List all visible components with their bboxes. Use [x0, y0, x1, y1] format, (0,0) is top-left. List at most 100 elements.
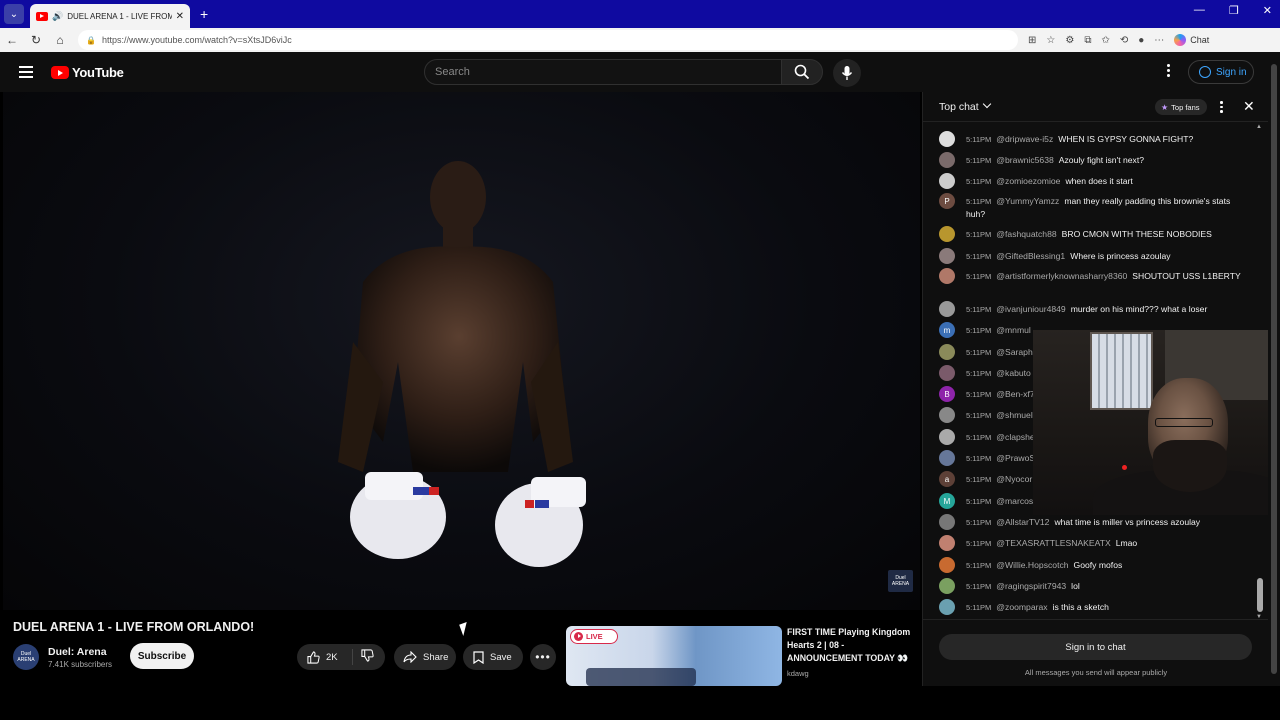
search-input[interactable]: Search [424, 59, 782, 85]
lock-icon[interactable]: 🔒 [86, 36, 96, 45]
chat-username[interactable]: @AllstarTV12 [996, 517, 1049, 527]
scroll-up-icon[interactable]: ▲ [1256, 124, 1262, 130]
menu-icon[interactable] [19, 66, 33, 81]
chat-message[interactable]: 5:11PM @GiftedBlessing1 Where is princess … [939, 248, 1249, 264]
extension-icon[interactable]: ⚙ [1065, 35, 1074, 46]
settings-menu-icon[interactable] [1162, 64, 1174, 77]
browser-tab[interactable]: 🔊 DUEL ARENA 1 - LIVE FROM C ✕ [30, 4, 190, 28]
speaker-icon[interactable]: 🔊 [52, 11, 63, 22]
chat-user-avatar[interactable] [939, 173, 955, 189]
chat-message[interactable]: 5:11PM @fashquatch88 BRO CMON WITH THESE N… [939, 226, 1249, 242]
tab-actions-menu-icon[interactable]: ⌄ [4, 4, 24, 24]
recommended-video-thumbnail[interactable]: LIVE [566, 626, 782, 686]
chat-user-avatar[interactable] [939, 365, 955, 381]
chat-username[interactable]: @zoomparax [996, 602, 1047, 612]
chat-username[interactable]: @shmuel [996, 410, 1032, 420]
back-icon[interactable]: ← [0, 33, 24, 47]
sign-in-to-chat-button[interactable]: Sign in to chat [939, 634, 1252, 660]
chat-username[interactable]: @kabuto [996, 368, 1031, 378]
dislike-button[interactable] [353, 649, 374, 665]
chat-user-avatar[interactable] [939, 599, 955, 615]
share-button[interactable]: Share [394, 644, 456, 670]
chat-message[interactable]: 5:11PM @zoomparax is this a sketch [939, 599, 1249, 615]
page-scrollbar[interactable] [1268, 52, 1280, 686]
window-close-icon[interactable]: ✕ [1263, 4, 1272, 17]
channel-name[interactable]: Duel: Arena [48, 646, 112, 658]
sign-in-button[interactable]: Sign in [1188, 60, 1254, 84]
chat-user-avatar[interactable]: P [939, 193, 955, 209]
chat-user-avatar[interactable] [939, 450, 955, 466]
chat-user-avatar[interactable] [939, 268, 955, 284]
minimize-icon[interactable]: — [1194, 4, 1205, 17]
refresh-icon[interactable]: ↻ [24, 33, 48, 47]
video-player[interactable] [3, 92, 920, 610]
subscribe-button[interactable]: Subscribe [130, 643, 194, 669]
chat-username[interactable]: @Willie.Hopscotch [996, 560, 1068, 570]
top-fans-button[interactable]: ★ Top fans [1155, 99, 1207, 115]
chat-user-avatar[interactable]: a [939, 471, 955, 487]
chat-close-icon[interactable]: ✕ [1243, 98, 1255, 115]
chat-username[interactable]: @clapshe [996, 432, 1034, 442]
chat-username[interactable]: @fashquatch88 [996, 229, 1056, 239]
chat-username[interactable]: @Saraph [996, 347, 1032, 357]
channel-watermark[interactable]: Duel ARENA [888, 570, 913, 592]
chat-username[interactable]: @ivanjuniour4849 [996, 304, 1065, 314]
chat-user-avatar[interactable] [939, 152, 955, 168]
favorites-icon[interactable]: ✩ [1101, 35, 1109, 46]
profile-icon[interactable]: ● [1138, 35, 1144, 46]
chat-message[interactable]: 5:11PM @TEXASRATTLESNAKEATX Lmao [939, 535, 1249, 551]
chat-username[interactable]: @TEXASRATTLESNAKEATX [996, 538, 1110, 548]
chat-user-avatar[interactable] [939, 535, 955, 551]
channel-avatar[interactable]: Duel ARENA [13, 644, 39, 670]
recommended-video-title[interactable]: FIRST TIME Playing Kingdom Hearts 2 | 08… [787, 626, 915, 665]
chat-user-avatar[interactable] [939, 301, 955, 317]
chat-message[interactable]: 5:11PM @Willie.Hopscotch Goofy mofos [939, 557, 1249, 573]
chat-username[interactable]: @brawnic5638 [996, 155, 1053, 165]
split-screen-icon[interactable]: ⧉ [1084, 35, 1091, 46]
chat-username[interactable]: @marcos [996, 496, 1033, 506]
chat-message[interactable]: P 5:11PM @YummyYamzz man they really paddin… [939, 193, 1249, 221]
chat-message[interactable]: 5:11PM @artistformerlyknownasharry8360 SHO… [939, 268, 1249, 284]
chat-message[interactable]: 5:11PM @ivanjuniour4849 murder on his mind… [939, 301, 1249, 317]
chat-user-avatar[interactable] [939, 226, 955, 242]
chat-message[interactable]: 5:11PM @brawnic5638 Azouly fight isn't nex… [939, 152, 1249, 168]
chat-message[interactable]: 5:11PM @dripwave-i5z WHEN IS GYPSY GONNA F… [939, 131, 1249, 147]
favorite-star-icon[interactable]: ☆ [1046, 35, 1055, 46]
chat-user-avatar[interactable] [939, 557, 955, 573]
chat-username[interactable]: @PrawoS [996, 453, 1035, 463]
home-icon[interactable]: ⌂ [48, 33, 72, 47]
chat-message[interactable]: 5:11PM @AllstarTV12 what time is miller vs… [939, 514, 1249, 530]
youtube-logo[interactable]: YouTube [51, 65, 124, 80]
tab-close-icon[interactable]: ✕ [176, 11, 184, 22]
voice-search-button[interactable] [833, 59, 861, 87]
restore-icon[interactable]: ❐ [1229, 4, 1239, 17]
chat-username[interactable]: @mnmul [996, 325, 1031, 335]
chat-user-avatar[interactable] [939, 344, 955, 360]
new-tab-icon[interactable]: + [200, 6, 208, 22]
scroll-down-icon[interactable]: ▼ [1256, 614, 1262, 620]
app-available-icon[interactable]: ⊞ [1028, 35, 1036, 46]
chat-username[interactable]: @Ben-xf7 [996, 389, 1034, 399]
chat-user-avatar[interactable] [939, 578, 955, 594]
more-actions-button[interactable]: ••• [530, 644, 556, 670]
chat-username[interactable]: @YummyYamzz [996, 196, 1059, 206]
page-scrollbar-thumb[interactable] [1271, 64, 1277, 674]
top-chat-dropdown[interactable]: Top chat [939, 99, 991, 113]
chat-username[interactable]: @artistformerlyknownasharry8360 [996, 271, 1127, 281]
chat-user-avatar[interactable] [939, 407, 955, 423]
recommended-video-channel[interactable]: kdawg [787, 669, 809, 678]
save-button[interactable]: Save [463, 644, 523, 670]
more-options-icon[interactable]: ⋯ [1154, 35, 1164, 46]
chat-user-avatar[interactable]: M [939, 493, 955, 509]
url-field[interactable]: 🔒 https://www.youtube.com/watch?v=sXtsJD… [78, 30, 1018, 50]
chat-user-avatar[interactable]: m [939, 322, 955, 338]
copilot-chat-button[interactable]: Chat [1174, 34, 1209, 46]
chat-username[interactable]: @zomioezomioe [996, 176, 1060, 186]
chat-user-avatar[interactable] [939, 131, 955, 147]
chat-message[interactable]: 5:11PM @zomioezomioe when does it start [939, 173, 1249, 189]
chat-user-avatar[interactable] [939, 429, 955, 445]
chat-user-avatar[interactable] [939, 514, 955, 530]
chat-menu-icon[interactable] [1220, 101, 1223, 113]
chat-message[interactable]: 5:11PM @ragingspirit7943 lol [939, 578, 1249, 594]
chat-username[interactable]: @ragingspirit7943 [996, 581, 1066, 591]
